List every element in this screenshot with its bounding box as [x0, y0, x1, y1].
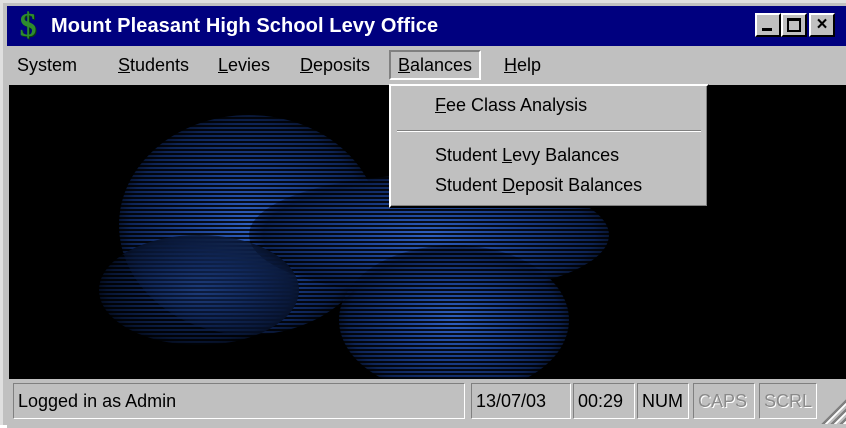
status-time: 00:29: [573, 383, 635, 419]
menu-mnemonic: D: [502, 175, 516, 195]
menu-system[interactable]: System: [10, 50, 84, 80]
status-num-lock: NUM: [637, 383, 689, 419]
menu-bar: System Students Levies Deposits Balances…: [7, 47, 846, 83]
maximize-button[interactable]: [781, 13, 807, 37]
title-bar[interactable]: $ Mount Pleasant High School Levy Office…: [7, 6, 846, 46]
menu-mnemonic: D: [300, 55, 313, 75]
menu-mnemonic: F: [435, 95, 446, 115]
menu-separator: [397, 130, 701, 132]
menu-label-rest: eposit Balances: [515, 175, 643, 195]
menu-label-pre: Student: [435, 145, 503, 165]
menu-mnemonic: L: [502, 145, 513, 165]
minimize-icon: [757, 15, 779, 35]
menu-deposits[interactable]: Deposits: [293, 50, 377, 80]
status-message: Logged in as Admin: [13, 383, 465, 419]
menu-label-rest: tudents: [130, 55, 190, 75]
status-bar: Logged in as Admin 13/07/03 00:29 NUM CA…: [7, 379, 846, 428]
maximize-icon: [783, 15, 805, 35]
menu-label-rest: evies: [228, 55, 271, 75]
menu-mnemonic: H: [504, 55, 517, 75]
menu-item-student-deposit-balances[interactable]: Student Deposit Balances: [435, 172, 642, 198]
status-caps-lock: CAPS: [693, 383, 755, 419]
resize-grip-icon[interactable]: [817, 394, 846, 424]
status-date: 13/07/03: [471, 383, 571, 419]
menu-label-rest: eposits: [313, 55, 371, 75]
menu-mnemonic: L: [218, 55, 229, 75]
menu-mnemonic: S: [118, 55, 131, 75]
dollar-app-icon[interactable]: $: [13, 9, 43, 43]
menu-label-rest: ee Class Analysis: [446, 95, 588, 115]
menu-label-rest: alances: [410, 55, 473, 75]
close-icon: ×: [816, 14, 828, 35]
menu-label-pre: Student: [435, 175, 503, 195]
menu-label-rest: evy Balances: [512, 145, 620, 165]
menu-mnemonic: B: [398, 55, 411, 75]
status-scroll-lock: SCRL: [759, 383, 817, 419]
balances-dropdown-menu: Fee Class Analysis Student Levy Balances…: [389, 84, 709, 208]
menu-label: System: [17, 55, 78, 75]
menu-balances[interactable]: Balances: [389, 50, 482, 80]
menu-students[interactable]: Students: [111, 50, 196, 80]
menu-label-rest: elp: [517, 55, 542, 75]
minimize-button[interactable]: [755, 13, 781, 37]
application-window: $ Mount Pleasant High School Levy Office…: [0, 0, 846, 428]
background-image-blob: [99, 235, 299, 345]
menu-item-student-levy-balances[interactable]: Student Levy Balances: [435, 142, 619, 168]
menu-item-fee-class-analysis[interactable]: Fee Class Analysis: [435, 92, 587, 118]
close-button[interactable]: ×: [809, 13, 835, 37]
menu-help[interactable]: Help: [497, 50, 548, 80]
window-title: Mount Pleasant High School Levy Office: [51, 15, 439, 37]
menu-levies[interactable]: Levies: [211, 50, 277, 80]
